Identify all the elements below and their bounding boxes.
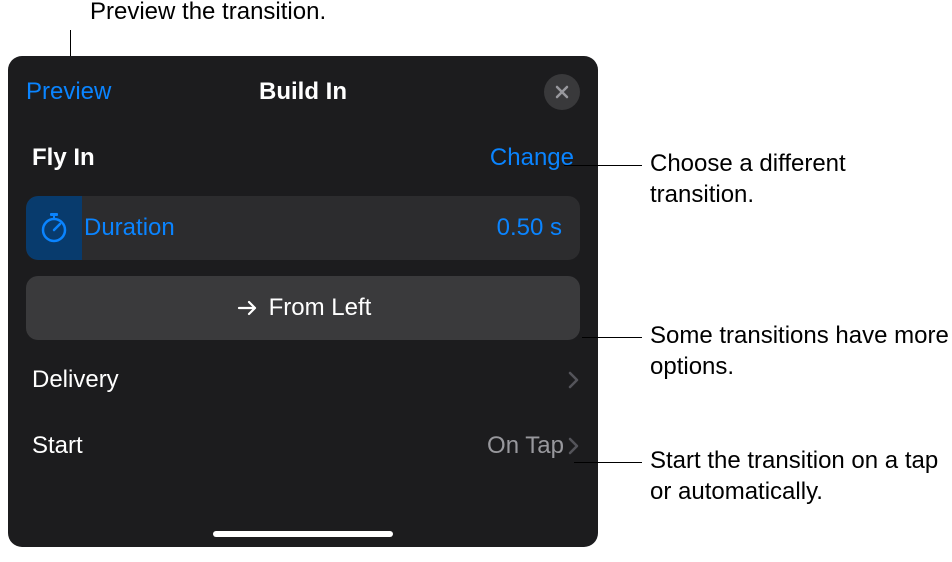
callout-line — [574, 462, 642, 463]
preview-button[interactable]: Preview — [26, 78, 111, 106]
close-icon — [554, 84, 570, 100]
callout-change: Choose a different transition. — [650, 148, 952, 210]
home-indicator — [213, 531, 393, 537]
start-label: Start — [32, 432, 83, 460]
duration-label: Duration — [84, 214, 175, 242]
callout-start: Start the transition on a tap or automat… — [650, 445, 952, 507]
panel-header: Preview Build In — [8, 56, 598, 120]
duration-slider[interactable]: Duration 0.50 s — [26, 196, 580, 260]
start-value: On Tap — [487, 432, 564, 460]
chevron-right-icon — [568, 370, 580, 390]
close-button[interactable] — [544, 74, 580, 110]
transition-row: Fly In Change — [8, 120, 598, 190]
delivery-label: Delivery — [32, 366, 119, 394]
change-button[interactable]: Change — [490, 144, 574, 172]
arrow-right-icon — [235, 298, 259, 318]
callout-preview: Preview the transition. — [90, 0, 326, 26]
stopwatch-icon — [40, 213, 68, 243]
panel-title: Build In — [259, 78, 347, 106]
delivery-row[interactable]: Delivery — [8, 348, 598, 412]
callout-line — [564, 165, 642, 166]
transition-name: Fly In — [32, 144, 95, 172]
build-in-panel: Preview Build In Fly In Change Duration … — [8, 56, 598, 547]
callout-direction: Some transitions have more options. — [650, 320, 952, 382]
start-value-group: On Tap — [487, 432, 580, 460]
duration-value: 0.50 s — [497, 214, 562, 242]
direction-button[interactable]: From Left — [26, 276, 580, 340]
start-row[interactable]: Start On Tap — [8, 414, 598, 478]
direction-label: From Left — [269, 294, 372, 322]
chevron-right-icon — [568, 436, 580, 456]
callout-line — [582, 337, 642, 338]
